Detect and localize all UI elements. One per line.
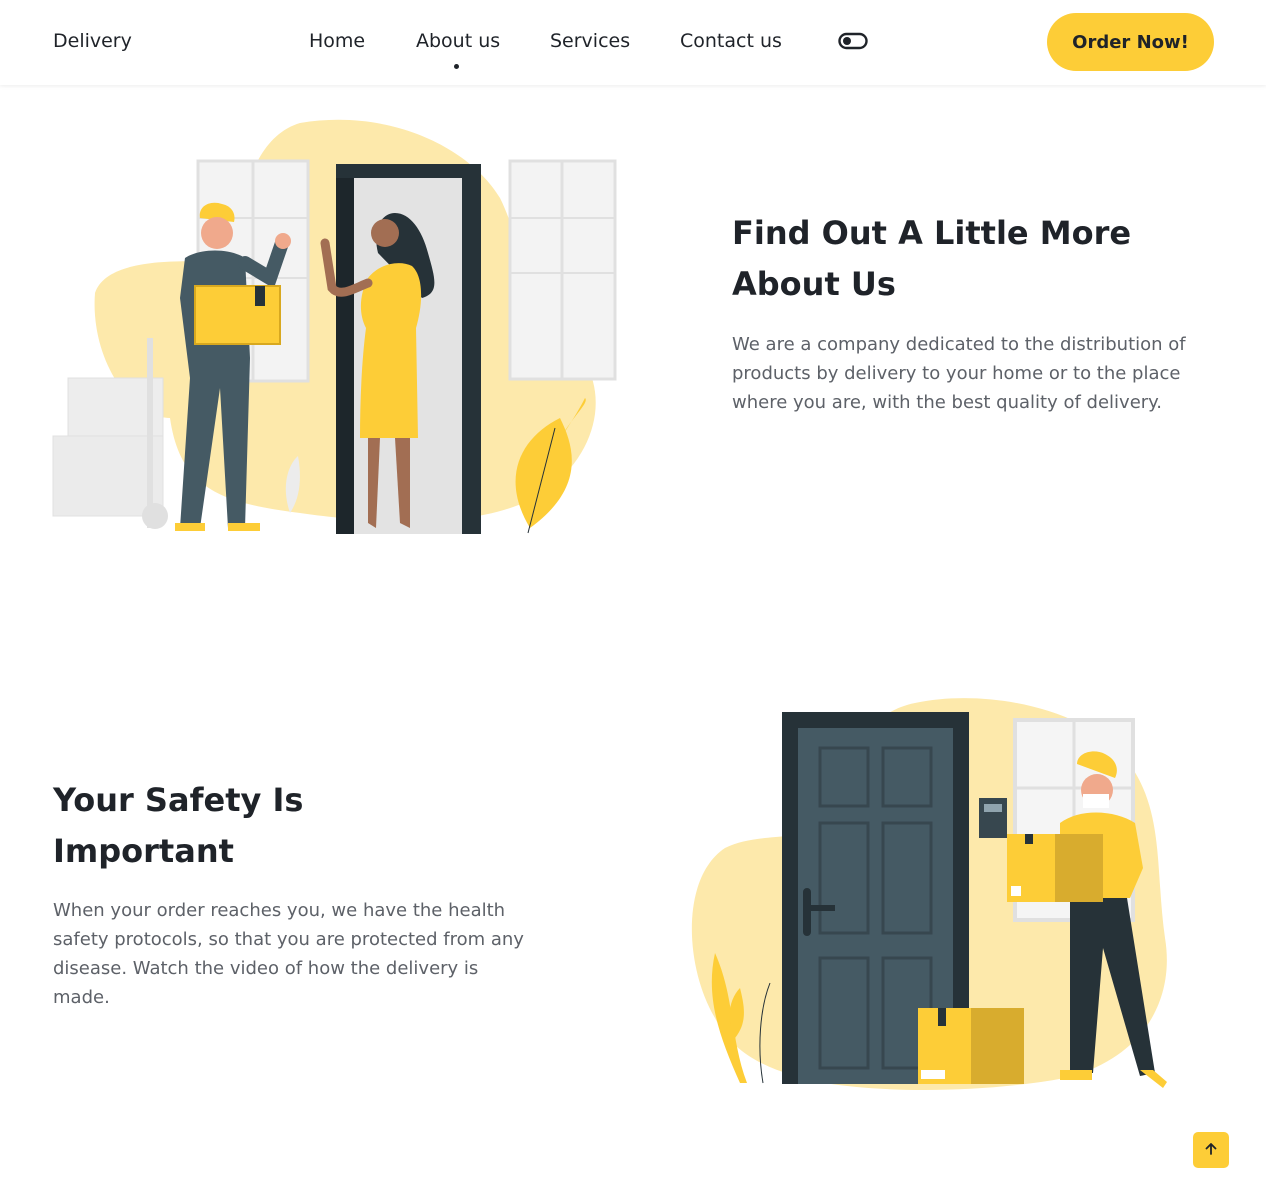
safety-title-line2: Important	[53, 832, 234, 870]
safe-delivery-illustration	[691, 698, 1167, 1090]
safety-description: When your order reaches you, we have the…	[53, 900, 524, 1008]
order-now-button[interactable]: Order Now!	[1047, 13, 1214, 71]
about-description: We are a company dedicated to the distri…	[732, 334, 1186, 413]
nav-link-contact[interactable]: Contact us	[680, 30, 782, 52]
about-title-line2: About Us	[732, 265, 896, 303]
arrow-up-icon	[1204, 1141, 1218, 1160]
safety-title-line1: Your Safety Is	[53, 781, 304, 819]
nav-link-about[interactable]: About us	[416, 30, 500, 52]
site-header: Delivery Home About us Services Contact …	[0, 0, 1266, 85]
active-nav-indicator	[454, 64, 459, 69]
about-title-line1: Find Out A Little More	[732, 214, 1132, 252]
nav-link-services[interactable]: Services	[550, 30, 630, 52]
about-title: Find Out A Little More About Us	[732, 208, 1131, 310]
safety-title: Your Safety Is Important	[53, 775, 303, 877]
delivery-at-door-illustration	[52, 119, 617, 534]
theme-toggle-icon[interactable]	[838, 31, 868, 51]
scroll-to-top-button[interactable]	[1193, 1132, 1229, 1168]
nav-link-home[interactable]: Home	[309, 30, 365, 52]
site-logo[interactable]: Delivery	[53, 30, 132, 52]
